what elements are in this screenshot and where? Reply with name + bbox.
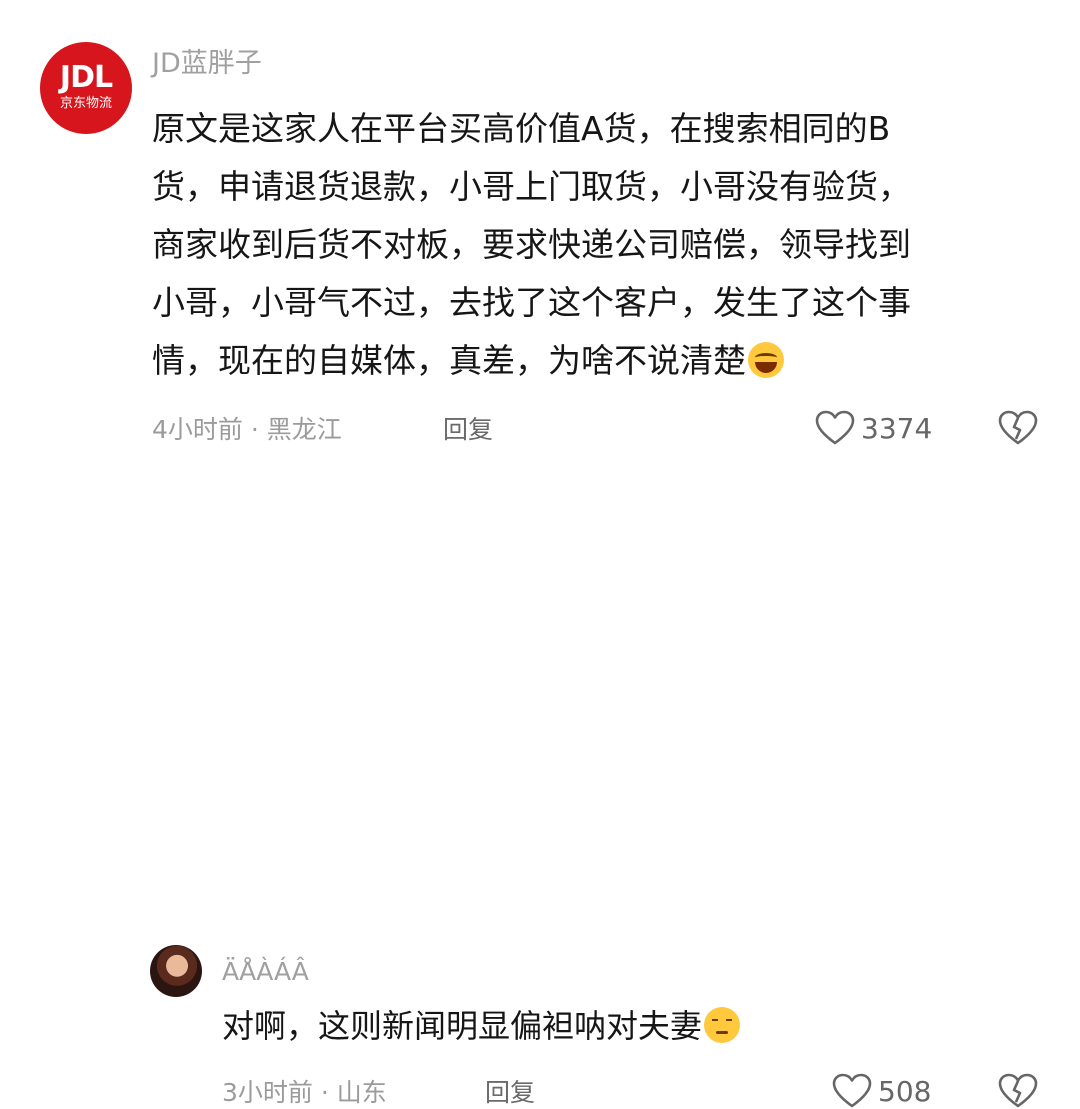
username[interactable]: ÄÅÀÁÂ: [222, 956, 309, 988]
username[interactable]: JD蓝胖子: [152, 48, 262, 80]
broken-heart-icon: [998, 1073, 1038, 1109]
laughing-crying-emoji: [748, 342, 784, 378]
reply-button[interactable]: 回复: [485, 1077, 535, 1109]
comment-meta: 3小时前 · 山东: [222, 1078, 387, 1107]
avatar-logo-subtext: 京东物流: [59, 96, 112, 111]
comment-text: 对啊，这则新闻明显偏袒呐对夫妻: [222, 1002, 741, 1050]
comment-text-content: 对啊，这则新闻明显偏袒呐对夫妻: [222, 1007, 703, 1045]
heart-outline-icon: [832, 1073, 872, 1109]
like-count: 3374: [861, 411, 933, 445]
avatar[interactable]: [150, 945, 202, 997]
reply-button[interactable]: 回复: [443, 414, 493, 446]
broken-heart-icon: [998, 410, 1038, 446]
comment-meta: 4小时前 · 黑龙江: [152, 415, 342, 444]
dislike-button[interactable]: [998, 1073, 1038, 1109]
unamused-emoji: [704, 1007, 741, 1043]
comment-text-content: 原文是这家人在平台买高价值A货，在搜索相同的B 货，申请退货退款，小哥上门取货，…: [152, 109, 911, 380]
avatar[interactable]: JDL 京东物流: [40, 42, 132, 134]
like-button[interactable]: 508: [832, 1073, 931, 1109]
heart-outline-icon: [815, 410, 855, 446]
dislike-button[interactable]: [998, 410, 1038, 446]
like-button[interactable]: 3374: [815, 410, 932, 446]
like-count: 508: [878, 1074, 932, 1108]
avatar-logo-text: JDL: [59, 60, 113, 95]
comment-text: 原文是这家人在平台买高价值A货，在搜索相同的B 货，申请退货退款，小哥上门取货，…: [152, 100, 1052, 390]
